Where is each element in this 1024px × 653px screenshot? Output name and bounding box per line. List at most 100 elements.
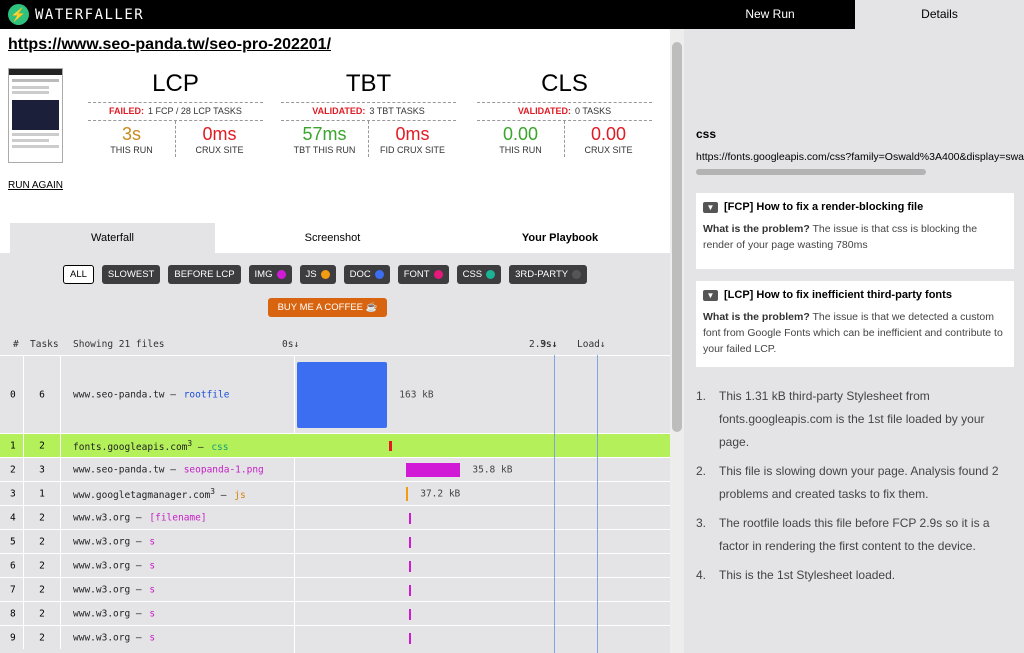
filter-slowest-button[interactable]: SLOWEST <box>101 265 161 284</box>
row-timing-bar[interactable] <box>389 441 392 451</box>
row-task-count[interactable]: 2 <box>23 602 61 625</box>
row-file-name[interactable]: www.w3.org – s <box>73 584 155 595</box>
row-file-name[interactable]: www.w3.org – s <box>73 608 155 619</box>
row-timing-bar[interactable] <box>408 584 411 596</box>
list-item-number: 1. <box>696 389 707 403</box>
filter-3rd-party-button[interactable]: 3RD-PARTY <box>509 265 588 284</box>
load-marker-header[interactable]: Load↓ <box>577 339 606 350</box>
row-timing-bar[interactable] <box>297 362 388 428</box>
metric-value-label: CRUX SITE <box>195 145 244 155</box>
table-row[interactable]: 7 2 www.w3.org – s <box>0 577 670 601</box>
row-task-count[interactable]: 2 <box>23 578 61 601</box>
filter-doc-button[interactable]: DOC <box>343 265 390 284</box>
filter-js-button[interactable]: JS <box>299 265 336 284</box>
task-card-header[interactable]: ▼ [FCP] How to fix a render-blocking fil… <box>703 201 1007 213</box>
tab-playbook[interactable]: Your Playbook <box>450 223 670 253</box>
metric-status[interactable]: FAILED: 1 FCP / 28 LCP TASKS <box>88 102 263 121</box>
list-item-text: This 1.31 kB third-party Stylesheet from… <box>719 389 985 449</box>
row-separator: – <box>192 441 210 453</box>
task-card-header[interactable]: ▼ [LCP] How to fix inefficient third-par… <box>703 289 1007 301</box>
row-task-count[interactable]: 1 <box>23 482 61 505</box>
metric-status[interactable]: VALIDATED: 0 TASKS <box>477 102 652 121</box>
table-row[interactable]: 2 3 www.seo-panda.tw – seopanda-1.png 35.8 … <box>0 457 670 481</box>
row-file-name[interactable]: www.googletagmanager.com3 – js <box>73 486 246 500</box>
lcp-marker-header[interactable]: 3s↓ <box>540 339 557 350</box>
row-file-name[interactable]: www.seo-panda.tw – rootfile <box>73 389 229 400</box>
metric-cls: CLS VALIDATED: 0 TASKS 0.00 THIS RUN 0.00 CRUX… <box>477 68 652 157</box>
row-task-count[interactable]: 2 <box>23 530 61 553</box>
row-task-count[interactable]: 2 <box>23 434 61 457</box>
waterfall-rows: 0 6 www.seo-panda.tw – rootfile 163 kB 1 2 fon… <box>0 355 670 649</box>
row-task-count[interactable]: 2 <box>23 506 61 529</box>
row-task-count[interactable]: 3 <box>23 458 61 481</box>
details-analysis-list: 1. This 1.31 kB third-party Stylesheet fr… <box>696 385 1016 593</box>
row-file-size: 163 kB <box>399 389 434 400</box>
row-separator: – <box>130 560 148 571</box>
filter-color-dot-icon <box>572 270 582 279</box>
tab-waterfall[interactable]: Waterfall <box>10 223 215 253</box>
row-timing-bar[interactable] <box>408 560 411 572</box>
row-file-name[interactable]: www.w3.org – s <box>73 560 155 571</box>
metric-value-label: CRUX SITE <box>584 145 633 155</box>
row-timing-bar[interactable] <box>408 632 411 644</box>
row-timing-bar[interactable] <box>406 463 461 477</box>
table-row[interactable]: 4 2 www.w3.org – [filename] <box>0 505 670 529</box>
brand[interactable]: ⚡ WATERFALLER <box>8 4 144 25</box>
row-file-name[interactable]: www.w3.org – s <box>73 632 155 643</box>
metric-value-label: FID CRUX SITE <box>379 145 445 155</box>
timeline-start-header[interactable]: 0s↓ <box>282 339 299 350</box>
col-tasks-header[interactable]: Tasks <box>30 339 59 350</box>
row-timing-bar[interactable] <box>408 512 411 524</box>
buy-me-a-coffee-button[interactable]: BUY ME A COFFEE ☕ <box>268 298 387 317</box>
table-row[interactable]: 5 2 www.w3.org – s <box>0 529 670 553</box>
row-host: www.w3.org <box>73 560 131 571</box>
task-card-lcp[interactable]: ▼ [LCP] How to fix inefficient third-par… <box>696 281 1014 367</box>
details-file-url: https://fonts.googleapis.com/css?family=… <box>696 151 1024 163</box>
list-item-text: The rootfile loads this file before FCP … <box>719 516 990 553</box>
row-timing-bar[interactable] <box>406 487 409 501</box>
filter-img-button[interactable]: IMG <box>248 265 292 284</box>
details-url-scrollbar[interactable] <box>696 169 926 175</box>
row-file-name[interactable]: www.w3.org – [filename] <box>73 512 207 523</box>
table-row[interactable]: 0 6 www.seo-panda.tw – rootfile 163 kB <box>0 355 670 433</box>
report-subtabs: Waterfall Screenshot Your Playbook <box>10 223 670 253</box>
page-url-link[interactable]: https://www.seo-panda.tw/seo-pro-202201/ <box>8 36 331 54</box>
problem-question: What is the problem? <box>703 311 810 323</box>
metric-status[interactable]: VALIDATED: 3 TBT TASKS <box>281 102 456 121</box>
row-file-name[interactable]: fonts.googleapis.com3 – css <box>73 438 229 452</box>
row-file-kind: css <box>211 441 229 453</box>
table-row[interactable]: 6 2 www.w3.org – s <box>0 553 670 577</box>
table-row[interactable]: 9 2 www.w3.org – s <box>0 625 670 649</box>
row-task-count-value: 6 <box>39 389 45 400</box>
filter-css-button[interactable]: CSS <box>456 265 502 284</box>
filter-font-button[interactable]: FONT <box>397 265 449 284</box>
table-row[interactable]: 8 2 www.w3.org – s <box>0 601 670 625</box>
metric-value-label: TBT THIS RUN <box>293 145 356 155</box>
table-row[interactable]: 1 2 fonts.googleapis.com3 – css <box>0 433 670 457</box>
tab-new-run[interactable]: New Run <box>700 0 840 29</box>
chevron-down-icon[interactable]: ▼ <box>703 201 718 213</box>
row-file-size: 37.2 kB <box>420 488 461 499</box>
chevron-down-icon[interactable]: ▼ <box>703 289 718 301</box>
row-index: 7 <box>10 584 16 595</box>
row-index: 6 <box>10 560 16 571</box>
page-screenshot-thumbnail[interactable] <box>8 68 63 163</box>
run-again-link[interactable]: RUN AGAIN <box>8 180 63 191</box>
row-file-name[interactable]: www.seo-panda.tw – seopanda-1.png <box>73 464 264 475</box>
table-row[interactable]: 3 1 www.googletagmanager.com3 – js 37.2 kB <box>0 481 670 505</box>
row-task-count-value: 2 <box>39 608 45 619</box>
filter-before-lcp-button[interactable]: BEFORE LCP <box>168 265 241 284</box>
details-file-type: css <box>696 127 717 141</box>
main-scrollbar-thumb[interactable] <box>672 42 682 432</box>
row-timing-bar[interactable] <box>408 608 411 620</box>
task-card-title: [LCP] How to fix inefficient third-party… <box>724 289 952 301</box>
row-task-count[interactable]: 2 <box>23 554 61 577</box>
filter-all-button[interactable]: ALL <box>63 265 94 284</box>
row-file-name[interactable]: www.w3.org – s <box>73 536 155 547</box>
row-timing-bar[interactable] <box>408 536 411 548</box>
row-task-count[interactable]: 6 <box>23 356 61 433</box>
tab-details[interactable]: Details <box>855 0 1024 29</box>
row-task-count[interactable]: 2 <box>23 626 61 649</box>
tab-screenshot[interactable]: Screenshot <box>215 223 450 253</box>
task-card-fcp[interactable]: ▼ [FCP] How to fix a render-blocking fil… <box>696 193 1014 269</box>
